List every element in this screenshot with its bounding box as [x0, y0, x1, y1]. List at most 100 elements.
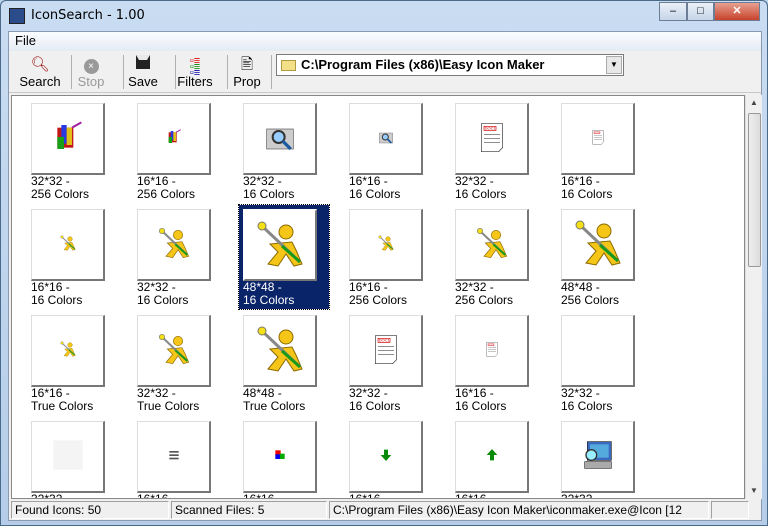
- scroll-down-icon[interactable]: ▼: [746, 483, 762, 499]
- icon-item[interactable]: 16*16 -: [345, 417, 435, 499]
- path-combobox[interactable]: C:\Program Files (x86)\Easy Icon Maker ▼: [276, 54, 624, 76]
- icon-item[interactable]: 32*32 - 16 Colors: [557, 311, 647, 415]
- scrollbar-thumb[interactable]: [748, 113, 761, 267]
- close-button[interactable]: ✕: [714, 2, 760, 21]
- icon-size: 16*16 -: [137, 492, 176, 499]
- icon-label: 32*32 - 16 Colors: [561, 387, 612, 413]
- icon-label: 16*16 - 16 Colors: [349, 175, 400, 201]
- icon-colors: 256 Colors: [349, 293, 408, 307]
- icon-preview: [561, 209, 635, 281]
- icon-item[interactable]: DOC1 32*32 - 16 Colors: [345, 311, 435, 415]
- icon-item[interactable]: 16*16 - True Colors: [27, 311, 117, 415]
- icon-label: 32*32 - 16 Colors: [137, 281, 188, 307]
- prop-button[interactable]: 🖹︎ Prop: [221, 53, 273, 91]
- icon-size: 32*32 -: [349, 386, 388, 400]
- icon-item[interactable]: 32*32 -: [557, 417, 647, 499]
- minimize-button[interactable]: ‒: [659, 2, 687, 21]
- icon-label: 16*16 - 16 Colors: [561, 175, 612, 201]
- icon-preview: [561, 315, 635, 387]
- document-icon: DOC1: [476, 121, 508, 156]
- arrow-down-icon: [378, 447, 394, 466]
- maximize-button[interactable]: □: [687, 2, 714, 21]
- dropdown-arrow-icon[interactable]: ▼: [606, 56, 622, 74]
- icon-size: 16*16 -: [349, 492, 388, 499]
- icon-item[interactable]: 48*48 - 256 Colors: [557, 205, 647, 309]
- icon-item[interactable]: 48*48 - True Colors: [239, 311, 329, 415]
- icon-label: 16*16 -: [137, 493, 176, 499]
- icon-preview: [349, 103, 423, 175]
- icon-item[interactable]: DOC1 16*16 - 16 Colors: [557, 99, 647, 203]
- runner-icon: [256, 220, 304, 271]
- icon-preview: DOC1: [455, 315, 529, 387]
- icon-item[interactable]: 32*32 -: [27, 417, 117, 499]
- icon-colors: 256 Colors: [31, 187, 90, 201]
- status-scanned-files: Scanned Files: 5: [171, 501, 327, 519]
- icon-colors: 256 Colors: [137, 187, 196, 201]
- icon-label: 32*32 - 16 Colors: [243, 175, 294, 201]
- separator: [271, 55, 272, 89]
- icon-colors: 16 Colors: [455, 187, 507, 201]
- icon-colors: 16 Colors: [349, 187, 401, 201]
- icon-item[interactable]: DOC1 32*32 - 16 Colors: [451, 99, 541, 203]
- icon-item[interactable]: 32*32 - 256 Colors: [27, 99, 117, 203]
- magnifier-folder-icon: [264, 121, 296, 156]
- icon-size: 32*32 -: [455, 174, 494, 188]
- svg-text:DOC1: DOC1: [484, 126, 496, 131]
- icon-size: 48*48 -: [561, 280, 600, 294]
- status-extra: [711, 501, 749, 519]
- computer-search-icon: [582, 439, 614, 474]
- icon-preview: [31, 421, 105, 493]
- icon-size: 32*32 -: [137, 280, 176, 294]
- runner-icon: [158, 333, 190, 368]
- path-value: C:\Program Files (x86)\Easy Icon Maker: [301, 57, 545, 72]
- icon-label: 32*32 - 16 Colors: [455, 175, 506, 201]
- icon-colors: True Colors: [31, 399, 94, 413]
- icon-item[interactable]: 32*32 - 16 Colors: [239, 99, 329, 203]
- filters-button[interactable]: ▫≡ ▫≡ ▫≡ Filters: [169, 53, 221, 91]
- icon-label: 32*32 -: [561, 493, 600, 499]
- icon-item[interactable]: DOC1 16*16 - 16 Colors: [451, 311, 541, 415]
- title-bar: IconSearch - 1.00 ‒ □ ✕: [1, 1, 767, 31]
- magnifier-icon: 🔍︎: [30, 56, 50, 73]
- icon-size: 16*16 -: [243, 492, 282, 499]
- window-title: IconSearch - 1.00: [31, 8, 145, 23]
- scroll-up-icon[interactable]: ▲: [746, 95, 762, 111]
- properties-icon: 🖹︎: [240, 56, 254, 73]
- icon-item[interactable]: 16*16 -: [451, 417, 541, 498]
- svg-text:DOC1: DOC1: [488, 344, 494, 346]
- icon-item[interactable]: 32*32 - True Colors: [133, 311, 223, 415]
- document-icon: DOC1: [370, 333, 402, 368]
- runner-icon: [60, 341, 76, 360]
- icon-size: 32*32 -: [561, 386, 600, 400]
- icon-item[interactable]: 32*32 - 16 Colors: [133, 205, 223, 309]
- icon-item[interactable]: 32*32 - 256 Colors: [451, 205, 541, 309]
- icon-label: 16*16 - 16 Colors: [455, 387, 506, 413]
- stop-button[interactable]: × Stop: [65, 53, 117, 91]
- icon-size: 32*32 -: [31, 492, 70, 499]
- icon-grid: 32*32 - 256 Colors 16*16 - 256 Colors 32*3…: [11, 95, 745, 499]
- runner-icon: [158, 227, 190, 262]
- icon-item[interactable]: 16*16 -: [239, 417, 329, 499]
- icon-item[interactable]: 16*16 - 256 Colors: [345, 205, 435, 309]
- icon-item[interactable]: 16*16 - 256 Colors: [133, 99, 223, 203]
- icon-label: 48*48 - True Colors: [243, 387, 305, 413]
- runner-icon: [256, 325, 304, 376]
- icon-colors: 16 Colors: [349, 399, 401, 413]
- icon-item[interactable]: 48*48 - 16 Colors: [238, 204, 330, 310]
- menu-file[interactable]: File: [15, 33, 36, 48]
- icon-item[interactable]: 16*16 -: [133, 417, 223, 499]
- icon-colors: True Colors: [243, 399, 306, 413]
- lines-icon: [166, 447, 182, 466]
- icon-preview: DOC1: [561, 103, 635, 175]
- save-button[interactable]: Save: [117, 53, 169, 91]
- runner-icon: [574, 219, 622, 270]
- icon-label: 32*32 - 256 Colors: [31, 175, 89, 201]
- search-button[interactable]: 🔍︎ Search: [14, 53, 66, 91]
- icon-colors: 16 Colors: [137, 293, 189, 307]
- svg-text:DOC1: DOC1: [378, 338, 390, 343]
- icon-item[interactable]: 16*16 - 16 Colors: [345, 99, 435, 203]
- document-icon: DOC1: [590, 129, 606, 148]
- icon-item[interactable]: 16*16 - 16 Colors: [27, 205, 117, 309]
- icon-size: 16*16 -: [137, 174, 176, 188]
- vertical-scrollbar[interactable]: ▲ ▼: [745, 95, 762, 499]
